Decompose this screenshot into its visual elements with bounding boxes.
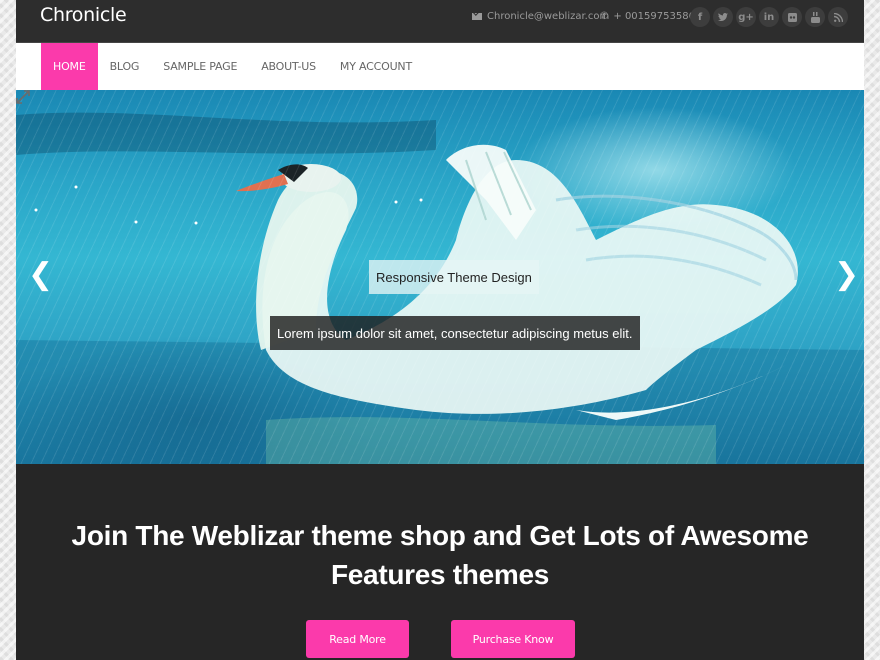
email-text: Chronicle@weblizar.com xyxy=(487,11,610,22)
youtube-icon[interactable] xyxy=(805,7,825,27)
slide-caption-text: Lorem ipsum dolor sit amet, consectetur … xyxy=(270,316,640,350)
slider-next-arrow[interactable]: ❯ xyxy=(834,260,859,290)
main-nav: HOME BLOG SAMPLE PAGE ABOUT-US MY ACCOUN… xyxy=(16,43,864,90)
cta-heading-line-1: Join The Weblizar theme shop and Get Lot… xyxy=(71,520,809,551)
nav-item-sample-page[interactable]: SAMPLE PAGE xyxy=(151,43,249,90)
social-links: f g+ in xyxy=(690,7,848,27)
nav-item-blog[interactable]: BLOG xyxy=(98,43,152,90)
slider-prev-arrow[interactable]: ❮ xyxy=(28,260,53,290)
phone-text: + 00159753586 xyxy=(613,11,695,22)
facebook-icon[interactable]: f xyxy=(690,7,710,27)
twitter-icon[interactable] xyxy=(713,7,733,27)
hero-slider[interactable]: ❮ ❯ Responsive Theme Design Lorem ipsum … xyxy=(16,90,864,464)
nav-item-home[interactable]: HOME xyxy=(41,43,98,90)
read-more-button[interactable]: Read More xyxy=(306,620,409,658)
google-plus-icon[interactable]: g+ xyxy=(736,7,756,27)
linkedin-icon[interactable]: in xyxy=(759,7,779,27)
cta-heading: Join The Weblizar theme shop and Get Lot… xyxy=(16,516,864,594)
site-title[interactable]: Chronicle xyxy=(40,4,127,26)
fullscreen-expand-icon[interactable] xyxy=(16,90,30,104)
contact-email[interactable]: Chronicle@weblizar.com xyxy=(472,11,609,22)
rss-icon[interactable] xyxy=(828,7,848,27)
flickr-icon[interactable] xyxy=(782,7,802,27)
purchase-button[interactable]: Purchase Know xyxy=(451,620,575,658)
top-bar: Chronicle Chronicle@weblizar.com ✆ + 001… xyxy=(16,0,864,43)
contact-phone: ✆ + 00159753586 xyxy=(600,11,695,22)
cta-heading-line-2: Features themes xyxy=(330,559,550,590)
phone-icon: ✆ xyxy=(600,11,609,22)
nav-item-about-us[interactable]: ABOUT-US xyxy=(249,43,328,90)
slide-caption-title: Responsive Theme Design xyxy=(369,260,539,294)
nav-item-my-account[interactable]: MY ACCOUNT xyxy=(328,43,424,90)
page: Chronicle Chronicle@weblizar.com ✆ + 001… xyxy=(16,0,864,660)
envelope-icon xyxy=(472,13,482,20)
